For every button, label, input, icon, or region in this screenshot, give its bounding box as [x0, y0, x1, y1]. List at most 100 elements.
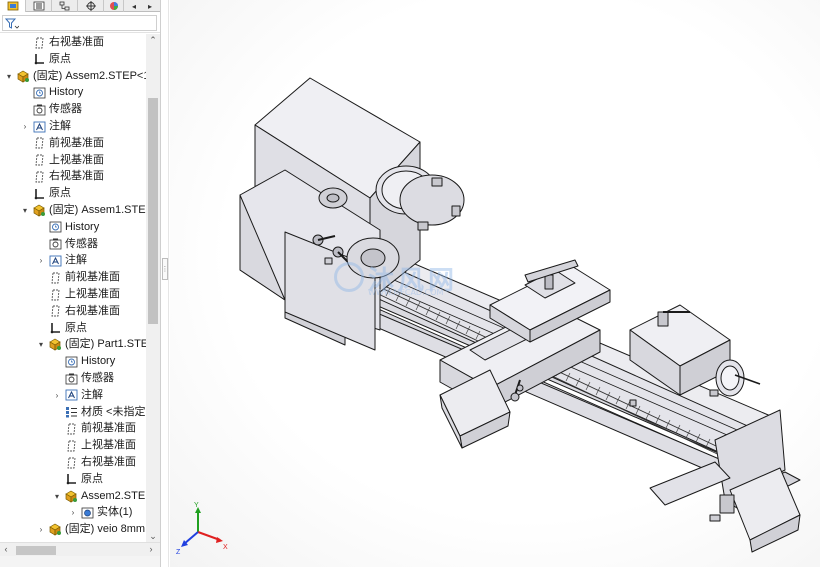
tab-configuration-manager[interactable]	[52, 0, 78, 12]
tree-item[interactable]: History	[52, 353, 115, 370]
configuration-manager-icon	[59, 1, 69, 11]
expand-arrow-icon[interactable]: ›	[52, 390, 62, 400]
plane-icon	[64, 456, 78, 470]
tree-item[interactable]: ▾ (固定) Part1.STE	[36, 336, 146, 353]
tab-dimxpert-manager[interactable]	[78, 0, 104, 12]
tab-property-manager[interactable]	[26, 0, 52, 12]
tab-scroll-right-icon[interactable]: ▸	[144, 0, 156, 12]
tree-item[interactable]: 传感器	[36, 236, 98, 253]
scroll-left-icon[interactable]: ‹	[0, 543, 12, 555]
tree-item-label: 原点	[49, 187, 71, 200]
collapse-arrow-icon[interactable]: ▾	[4, 71, 14, 81]
scroll-up-icon[interactable]: ⌃	[146, 34, 160, 46]
assembly-icon	[48, 338, 62, 352]
collapse-arrow-icon[interactable]: ▾	[36, 340, 46, 350]
lathe-assembly-model[interactable]	[170, 0, 820, 567]
collapse-panel-handle-icon[interactable]: ⋮	[162, 258, 169, 280]
tree-item[interactable]: 上视基准面	[52, 437, 136, 454]
tree-item[interactable]: 上视基准面	[36, 286, 120, 303]
tree-item[interactable]: 传感器	[20, 101, 82, 118]
tree-item-label: 传感器	[81, 372, 114, 384]
tree-item[interactable]: ▾ Assem2.STE	[52, 488, 145, 505]
tree-horizontal-scroll-thumb[interactable]	[16, 546, 56, 555]
plane-icon	[48, 271, 62, 285]
assembly-icon	[32, 204, 46, 218]
tree-item[interactable]: 右视基准面	[20, 34, 104, 51]
origin-icon	[48, 321, 62, 335]
tab-feature-manager[interactable]	[0, 0, 26, 12]
tree-item[interactable]: 材质 <未指定	[52, 404, 145, 421]
scroll-down-icon[interactable]: ⌄	[146, 530, 160, 542]
expand-arrow-icon[interactable]: ›	[68, 508, 78, 518]
feature-manager-icon	[7, 1, 18, 11]
tree-item[interactable]: History	[36, 219, 99, 236]
tab-display-manager[interactable]	[104, 0, 124, 12]
tree-vertical-scroll-thumb[interactable]	[148, 98, 158, 324]
plane-icon	[32, 170, 46, 184]
tree-item[interactable]: 原点	[20, 51, 71, 68]
tree-item-label: 右视基准面	[81, 456, 136, 468]
collapse-arrow-icon[interactable]: ▾	[52, 491, 62, 501]
feature-manager-panel: ◂ ▸ 右视基准面 原点 ▾ (固定) Assem2.STEP<1 History 传感器…	[0, 0, 161, 567]
expand-arrow-icon[interactable]: ›	[20, 122, 30, 132]
tree-item-label: 原点	[49, 52, 71, 65]
tree-item[interactable]: 上视基准面	[20, 152, 104, 169]
tree-item[interactable]: ▾ (固定) Assem2.STEP<1	[4, 68, 146, 85]
triad-x-axis	[197, 531, 221, 541]
tree-item[interactable]: 原点	[20, 185, 71, 202]
tree-item[interactable]: › 实体(1)	[68, 504, 133, 521]
tree-item[interactable]: 右视基准面	[52, 454, 136, 471]
origin-icon	[32, 52, 46, 66]
sensor-icon	[64, 372, 78, 386]
sensor-icon	[32, 103, 46, 117]
tree-item[interactable]: 前视基准面	[36, 269, 120, 286]
tree-item[interactable]: 原点	[36, 320, 87, 337]
triad-y-label: Y	[194, 502, 199, 509]
tree-item[interactable]: 原点	[52, 471, 103, 488]
tree-item[interactable]: ▾ (固定) Assem1.STEP	[20, 202, 146, 219]
tree-item[interactable]: 前视基准面	[20, 135, 104, 152]
sensor-icon	[48, 237, 62, 251]
tree-item[interactable]: › 注解	[52, 387, 103, 404]
tree-item[interactable]: 前视基准面	[52, 420, 136, 437]
feature-tree: 右视基准面 原点 ▾ (固定) Assem2.STEP<1 History 传感器 › 注解前…	[0, 34, 146, 542]
tree-item-label: History	[49, 86, 84, 99]
filter-input[interactable]	[2, 15, 157, 31]
tree-item-label: 前视基准面	[49, 136, 104, 149]
expand-arrow-icon[interactable]: ›	[36, 525, 46, 535]
tree-item-label: (固定) Assem1.STEP	[49, 204, 146, 216]
tree-item[interactable]: › (固定) veio 8mm	[36, 521, 145, 538]
tree-item-label: 右视基准面	[65, 304, 120, 317]
tree-item[interactable]: › 注解	[20, 118, 71, 135]
scroll-right-icon[interactable]: ›	[145, 543, 157, 555]
tree-item-label: 上视基准面	[65, 288, 120, 300]
panel-bottom-strip	[0, 556, 160, 567]
display-manager-icon	[109, 2, 118, 10]
tree-item[interactable]: › 注解	[36, 252, 87, 269]
tree-item[interactable]: 右视基准面	[36, 303, 120, 320]
collapse-arrow-icon[interactable]: ▾	[20, 206, 30, 216]
tree-vertical-scrollbar[interactable]: ⌃ ⌄	[146, 34, 160, 542]
origin-icon	[32, 187, 46, 201]
tree-item[interactable]: 右视基准面	[20, 168, 104, 185]
expand-arrow-icon[interactable]: ›	[36, 256, 46, 266]
tree-item[interactable]: History	[20, 84, 83, 101]
tree-item[interactable]: 传感器	[52, 370, 114, 387]
tree-horizontal-scrollbar[interactable]: ‹ ›	[0, 542, 160, 556]
tree-item-label: 右视基准面	[49, 36, 104, 48]
graphics-viewport[interactable]: 沐风网 WWW.MFCAD.COM Y X Z	[170, 0, 820, 567]
panel-splitter[interactable]	[161, 0, 169, 567]
tab-scroll-left-icon[interactable]: ◂	[128, 0, 140, 12]
